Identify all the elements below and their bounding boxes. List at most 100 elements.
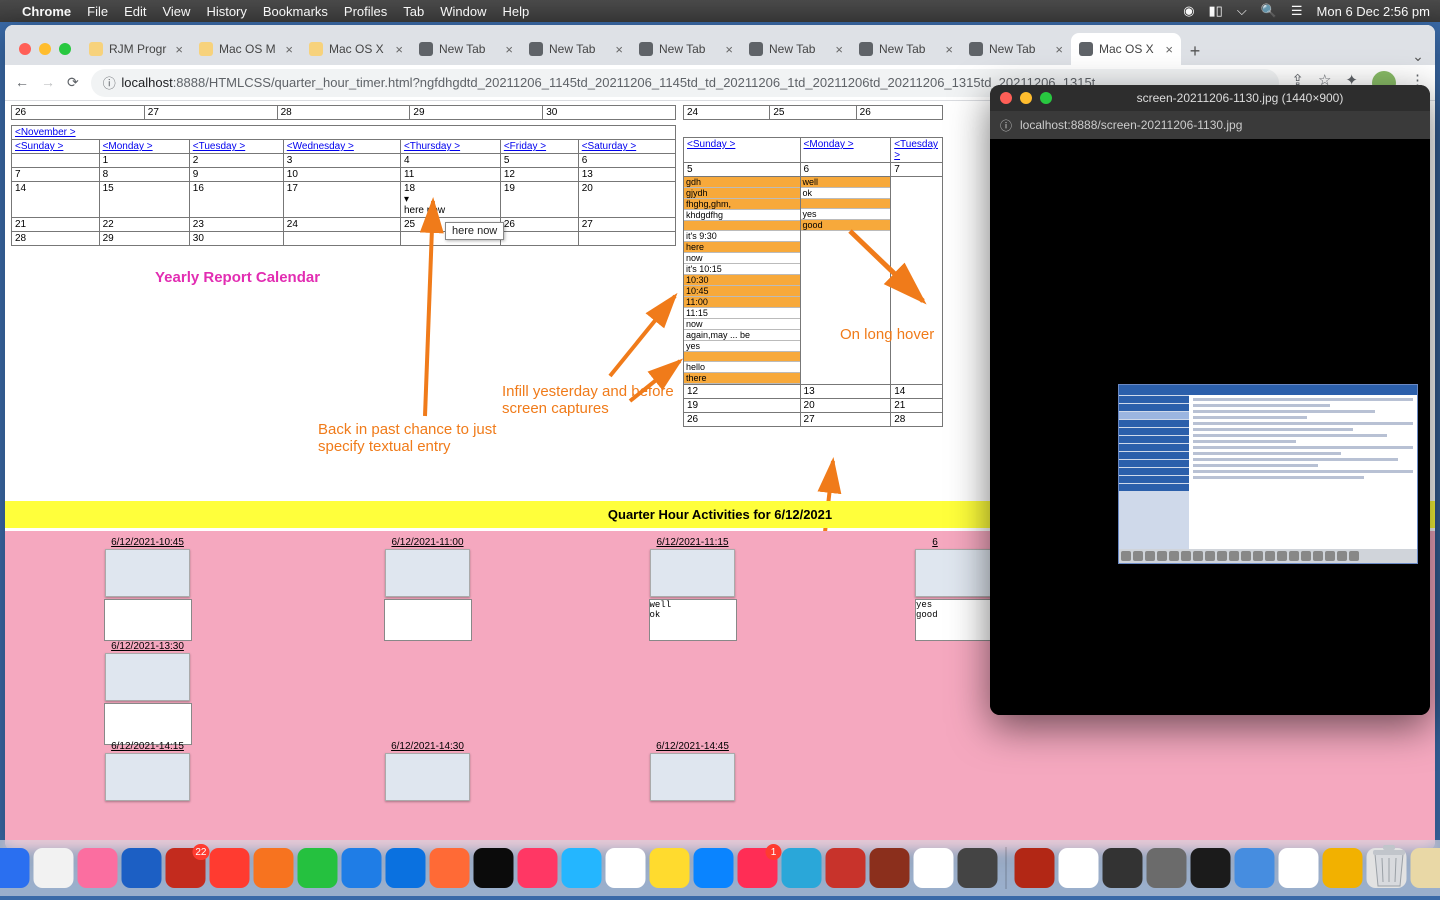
wk-hdr-monday[interactable]: <Monday > bbox=[804, 139, 854, 150]
calendar-cell[interactable]: 21 bbox=[891, 399, 943, 413]
tab-close-icon[interactable]: × bbox=[505, 42, 513, 57]
calendar-cell[interactable]: 22 bbox=[99, 218, 189, 232]
calendar-cell[interactable]: 14 bbox=[891, 385, 943, 399]
menu-window[interactable]: Window bbox=[440, 4, 486, 19]
time-slot[interactable]: ok bbox=[801, 188, 891, 199]
hdr-thursday[interactable]: <Thursday > bbox=[404, 141, 460, 152]
calendar-cell[interactable]: 19 bbox=[684, 399, 801, 413]
dock-app-icon[interactable] bbox=[870, 848, 910, 888]
calendar-cell[interactable]: 3 bbox=[283, 154, 400, 168]
time-slot[interactable] bbox=[801, 199, 891, 209]
menubar-app[interactable]: Chrome bbox=[22, 4, 71, 19]
menu-edit[interactable]: Edit bbox=[124, 4, 146, 19]
tab-close-icon[interactable]: × bbox=[835, 42, 843, 57]
calendar-cell[interactable]: 8 bbox=[99, 168, 189, 182]
calendar-cell[interactable]: 11 bbox=[400, 168, 500, 182]
time-slot[interactable]: yes bbox=[801, 209, 891, 220]
calendar-cell[interactable]: 26 bbox=[500, 218, 578, 232]
tab-close-icon[interactable]: × bbox=[395, 42, 403, 57]
tab-close-icon[interactable]: × bbox=[1165, 42, 1173, 57]
time-slot[interactable]: fhghg,ghm, bbox=[684, 199, 800, 210]
tab-close-icon[interactable]: × bbox=[615, 42, 623, 57]
calendar-cell[interactable]: 23 bbox=[189, 218, 283, 232]
dock-app-icon[interactable] bbox=[958, 848, 998, 888]
time-slot[interactable]: here bbox=[684, 242, 800, 253]
battery-icon[interactable]: ▮▯ bbox=[1209, 3, 1223, 19]
dock-app-icon[interactable] bbox=[0, 848, 30, 888]
dock-app-icon[interactable] bbox=[210, 848, 250, 888]
activity-thumbnail[interactable] bbox=[385, 549, 470, 597]
activity-time[interactable]: 6/12/2021-11:00 bbox=[380, 537, 475, 548]
menu-bookmarks[interactable]: Bookmarks bbox=[263, 4, 328, 19]
time-slot[interactable]: 11:00 bbox=[684, 297, 800, 308]
hdr-friday[interactable]: <Friday > bbox=[504, 141, 546, 152]
new-tab-button[interactable]: + bbox=[1181, 37, 1209, 65]
dock-app-icon[interactable] bbox=[1279, 848, 1319, 888]
activity-time[interactable]: 6/12/2021-13:30 bbox=[100, 641, 195, 652]
time-slot[interactable]: hello bbox=[684, 362, 800, 373]
activity-note-input[interactable] bbox=[104, 599, 192, 641]
calendar-cell[interactable]: 16 bbox=[189, 182, 283, 218]
dock-app-icon[interactable] bbox=[694, 848, 734, 888]
activity-thumbnail[interactable] bbox=[105, 549, 190, 597]
calendar-cell[interactable]: 13 bbox=[578, 168, 675, 182]
calendar-cell[interactable]: 6 bbox=[578, 154, 675, 168]
browser-tab[interactable]: New Tab× bbox=[521, 33, 631, 65]
window-close-icon[interactable] bbox=[19, 43, 31, 55]
menu-history[interactable]: History bbox=[206, 4, 246, 19]
sunday-slots-cell[interactable]: gdhgjydhfhghg,ghm,khdgdfhgit's 9:30heren… bbox=[684, 177, 801, 385]
activity-note-input[interactable] bbox=[104, 703, 192, 745]
activity-thumbnail[interactable] bbox=[650, 549, 735, 597]
dock-app-icon[interactable] bbox=[78, 848, 118, 888]
activity-note-input[interactable] bbox=[384, 599, 472, 641]
browser-tab[interactable]: New Tab× bbox=[851, 33, 961, 65]
calendar-cell[interactable]: 19 bbox=[500, 182, 578, 218]
hdr-sunday[interactable]: <Sunday > bbox=[15, 141, 63, 152]
wk-hdr-sunday[interactable]: <Sunday > bbox=[687, 139, 735, 150]
activity-thumbnail[interactable] bbox=[105, 653, 190, 701]
reload-button[interactable]: ⟳ bbox=[67, 74, 79, 91]
time-slot[interactable]: gjydh bbox=[684, 188, 800, 199]
back-button[interactable]: ← bbox=[15, 74, 29, 91]
calendar-cell[interactable] bbox=[578, 232, 675, 246]
dock-app-icon[interactable] bbox=[650, 848, 690, 888]
calendar-cell[interactable]: 5 bbox=[500, 154, 578, 168]
calendar-cell[interactable]: 7 bbox=[12, 168, 100, 182]
calendar-cell[interactable]: 1 bbox=[99, 154, 189, 168]
tab-close-icon[interactable]: × bbox=[285, 42, 293, 57]
calendar-cell[interactable]: 12 bbox=[500, 168, 578, 182]
dock-app-icon[interactable] bbox=[826, 848, 866, 888]
browser-tab[interactable]: New Tab× bbox=[631, 33, 741, 65]
calendar-cell[interactable]: 18▾here now bbox=[400, 182, 500, 218]
time-slot[interactable]: well bbox=[801, 177, 891, 188]
calendar-cell[interactable]: 28 bbox=[891, 413, 943, 427]
time-slot[interactable]: it's 10:15 bbox=[684, 264, 800, 275]
dock-app-icon[interactable] bbox=[562, 848, 602, 888]
browser-tab[interactable]: Mac OS M× bbox=[191, 33, 301, 65]
time-slot[interactable]: now bbox=[684, 319, 800, 330]
time-slot[interactable]: 11:15 bbox=[684, 308, 800, 319]
time-slot[interactable]: it's 9:30 bbox=[684, 231, 800, 242]
calendar-cell[interactable] bbox=[12, 154, 100, 168]
calendar-cell[interactable] bbox=[500, 232, 578, 246]
calendar-cell[interactable]: 9 bbox=[189, 168, 283, 182]
menu-tab[interactable]: Tab bbox=[403, 4, 424, 19]
dock-app-icon[interactable] bbox=[342, 848, 382, 888]
monday-slots-cell[interactable]: wellokyesgood bbox=[800, 177, 891, 385]
dock-app-icon[interactable] bbox=[518, 848, 558, 888]
window-zoom-icon[interactable] bbox=[59, 43, 71, 55]
calendar-cell[interactable]: 24 bbox=[283, 218, 400, 232]
menu-profiles[interactable]: Profiles bbox=[344, 4, 387, 19]
preview-zoom-icon[interactable] bbox=[1040, 92, 1052, 104]
calendar-cell[interactable]: 20 bbox=[800, 399, 891, 413]
dock-app-icon[interactable]: 1 bbox=[738, 848, 778, 888]
dock-app-icon[interactable] bbox=[1323, 848, 1363, 888]
trash-icon[interactable] bbox=[1368, 842, 1410, 890]
calendar-cell[interactable]: 2 bbox=[189, 154, 283, 168]
calendar-cell[interactable]: 20 bbox=[578, 182, 675, 218]
calendar-cell[interactable]: 29 bbox=[99, 232, 189, 246]
record-icon[interactable]: ◉ bbox=[1183, 3, 1194, 19]
browser-tab[interactable]: RJM Progr× bbox=[81, 33, 191, 65]
browser-tab[interactable]: New Tab× bbox=[961, 33, 1071, 65]
calendar-cell[interactable]: 26 bbox=[684, 413, 801, 427]
